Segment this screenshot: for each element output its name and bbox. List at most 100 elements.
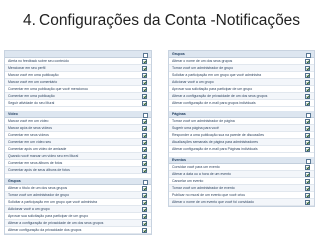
notification-checkbox[interactable] — [141, 207, 147, 212]
notification-checkbox[interactable] — [141, 168, 147, 173]
notification-label: Comentar após de seus álbuns de fotos — [8, 168, 70, 172]
notification-row: Aprovar sua solicitação para participar … — [5, 213, 151, 220]
section-header — [5, 51, 151, 58]
section-header: Grupos — [5, 178, 151, 185]
notification-label: Cancelar um evento — [172, 179, 204, 183]
notification-row: Publicar no mural de um evento que você … — [169, 192, 314, 199]
notification-checkbox[interactable] — [304, 66, 310, 71]
notification-checkbox[interactable] — [304, 172, 310, 177]
page-title: 4. Configurações da Conta -Notificações — [23, 12, 300, 30]
notification-label: Solicitar a participação em um grupo que… — [172, 73, 262, 77]
section-header-label: Grupos — [172, 52, 185, 56]
notification-row: Comentar em seus álbuns de fotos — [5, 160, 151, 167]
notification-checkbox[interactable] — [141, 161, 147, 166]
section-header-checkbox[interactable] — [306, 158, 311, 164]
notification-checkbox[interactable] — [304, 94, 310, 99]
notification-checkbox[interactable] — [141, 228, 147, 233]
notification-checkbox[interactable] — [304, 179, 310, 184]
notification-label: Seguir atividade do seu Mural — [8, 101, 55, 105]
title-text: Configurações da Conta -Notificações — [39, 12, 301, 29]
settings-section: Eventos Convidar você para um evento Alter… — [169, 157, 314, 206]
notification-label: Alterar configuração de e-mail para grup… — [172, 101, 256, 105]
notification-checkbox[interactable] — [141, 87, 147, 92]
notification-label: Responder a uma publicação sua na parede… — [172, 133, 265, 137]
section-header-label: Eventos — [172, 158, 186, 162]
notification-checkbox[interactable] — [141, 66, 147, 71]
notification-label: Tornar você um administrador de evento — [172, 186, 235, 190]
notification-settings-panel-left: Alerta no feedback sobre seu conteúdo Men… — [4, 50, 152, 235]
notification-checkbox[interactable] — [304, 186, 310, 191]
notification-checkbox[interactable] — [304, 193, 310, 198]
notification-row: Quando você marcar um vídeo seu em Mural — [5, 153, 151, 160]
notification-label: Adicionar você a um grupo — [8, 207, 50, 211]
notification-row: Comentar em seus vídeos — [5, 132, 151, 139]
notification-checkbox[interactable] — [141, 193, 147, 198]
notification-checkbox[interactable] — [141, 133, 147, 138]
notification-checkbox[interactable] — [304, 200, 310, 205]
notification-checkbox[interactable] — [141, 147, 147, 152]
section-header-label: Vídeo — [8, 112, 18, 116]
section-header-checkbox[interactable] — [143, 179, 148, 185]
notification-checkbox[interactable] — [141, 221, 147, 226]
notification-checkbox[interactable] — [304, 87, 310, 92]
notification-label: Adicionar você a um grupo — [172, 80, 214, 84]
notification-row: Comentar após de seus álbuns de fotos — [5, 167, 151, 174]
section-header-checkbox[interactable] — [306, 52, 311, 58]
notification-label: Tornar você um administrador de grupo — [172, 66, 234, 70]
notification-checkbox[interactable] — [304, 133, 310, 138]
notification-row: Alterar configuração de e-mail para Pági… — [169, 146, 314, 153]
notification-checkbox[interactable] — [304, 101, 310, 106]
notification-checkbox[interactable] — [141, 154, 147, 159]
notification-checkbox[interactable] — [141, 214, 147, 219]
notification-row: Comentar em uma publicação que você menc… — [5, 86, 151, 93]
section-header-checkbox[interactable] — [143, 52, 148, 58]
notification-checkbox[interactable] — [141, 140, 147, 145]
section-header: Vídeo — [5, 111, 151, 118]
notification-label: Publicar no mural de um evento que você … — [172, 193, 246, 197]
notification-checkbox[interactable] — [304, 73, 310, 78]
section-header: Páginas — [169, 111, 314, 118]
notification-checkbox[interactable] — [141, 94, 147, 99]
notification-checkbox[interactable] — [141, 186, 147, 191]
notification-label: Alterar o nome de um dos seus grupos — [172, 59, 233, 63]
notification-label: Aprovar sua solicitação para participar … — [172, 87, 253, 91]
notification-checkbox[interactable] — [141, 73, 147, 78]
notification-checkbox[interactable] — [304, 59, 310, 64]
notification-label: Alterar o nome de um evento que você foi… — [172, 200, 254, 204]
notification-row: Alterar o nome de um dos seus grupos — [169, 58, 314, 65]
notification-checkbox[interactable] — [141, 126, 147, 131]
notification-row: Marcar você em uma publicação — [5, 72, 151, 79]
notification-checkbox[interactable] — [304, 119, 310, 124]
notification-checkbox[interactable] — [141, 80, 147, 85]
notification-row: Atualizações semanais de página para adm… — [169, 139, 314, 146]
notification-checkbox[interactable] — [304, 165, 310, 170]
section-header-checkbox[interactable] — [306, 112, 311, 118]
notification-row: Responder a uma publicação sua na parede… — [169, 132, 314, 139]
section-header-checkbox[interactable] — [143, 112, 148, 118]
notification-checkbox[interactable] — [304, 140, 310, 145]
notification-settings-panel-right: Grupos Alterar o nome de um dos seus grup… — [168, 50, 315, 207]
notification-checkbox[interactable] — [141, 101, 147, 106]
notification-label: Aprovar sua solicitação para participar … — [8, 214, 89, 218]
section-header-label: Grupos — [8, 179, 21, 183]
notification-row: Marcar você em um comentário — [5, 79, 151, 86]
notification-row: Alterar a configuração de privacidade de… — [169, 93, 314, 100]
notification-row: Alterar o título de um dos seus grupos — [5, 185, 151, 192]
notification-checkbox[interactable] — [304, 126, 310, 131]
notification-label: Atualizações semanais de página para adm… — [172, 140, 258, 144]
section-header: Grupos — [169, 51, 314, 58]
notification-checkbox[interactable] — [141, 200, 147, 205]
notification-row: Comentar em um vídeo seu — [5, 139, 151, 146]
notification-checkbox[interactable] — [304, 147, 310, 152]
settings-section: Grupos Alterar o título de um dos seus gr… — [5, 178, 151, 234]
notification-row: Alterar configuração da privacidade dos … — [5, 227, 151, 234]
notification-checkbox[interactable] — [304, 80, 310, 85]
notification-checkbox[interactable] — [141, 59, 147, 64]
notification-row: Seguir atividade do seu Mural — [5, 100, 151, 107]
notification-label: Convidar você para um evento — [172, 165, 220, 169]
notification-row: Adicionar você a um grupo — [5, 206, 151, 213]
notification-label: Alterar a configuração de privacidade de… — [172, 94, 268, 98]
notification-label: Alterar configuração de e-mail para Pági… — [172, 147, 258, 151]
notification-checkbox[interactable] — [141, 119, 147, 124]
notification-row: Cancelar um evento — [169, 178, 314, 185]
